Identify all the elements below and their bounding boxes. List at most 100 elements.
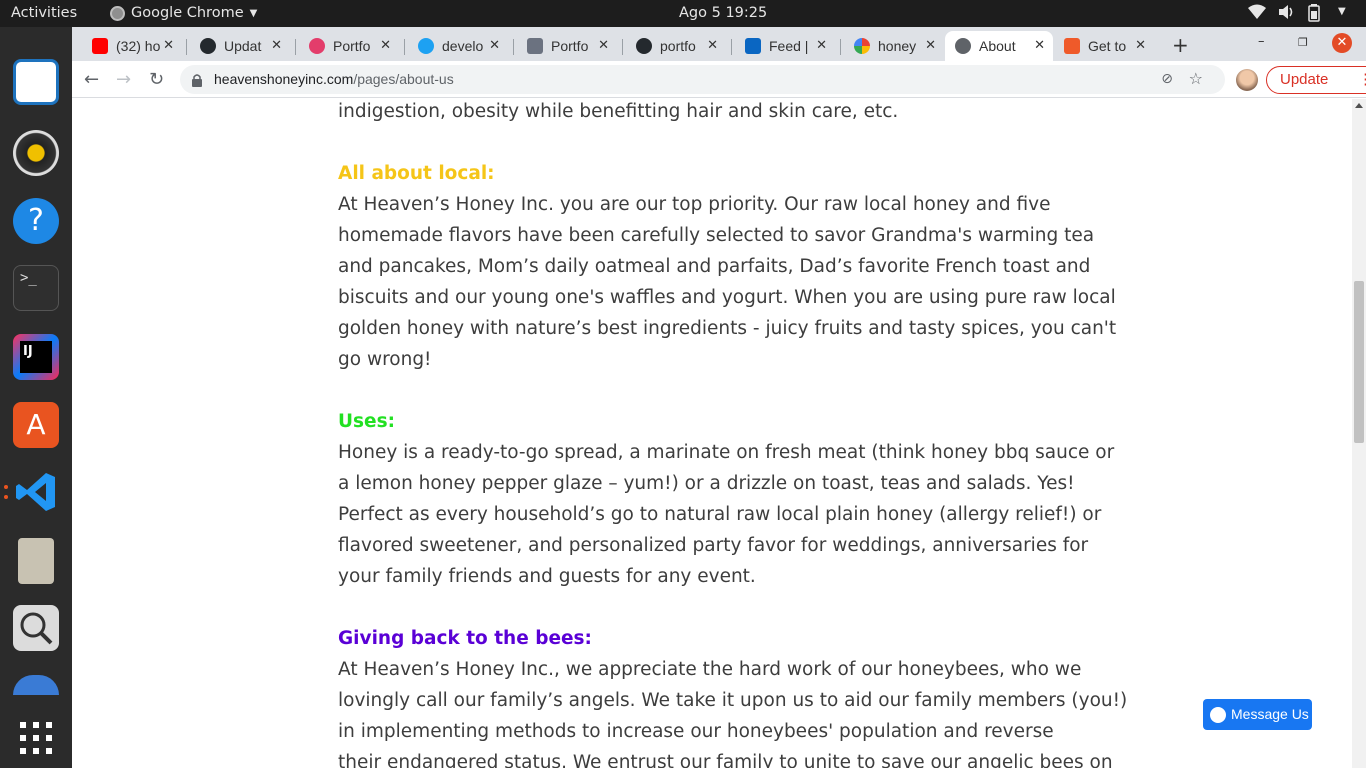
- update-label: Update: [1280, 71, 1329, 88]
- google-icon: [854, 38, 870, 54]
- paragraph-line: in implementing methods to increase our …: [338, 721, 1054, 742]
- chrome-window: (32) ho ✕ Updat ✕ Portfo ✕ develo ✕ Port…: [72, 27, 1366, 768]
- tab-title: Portfo: [333, 38, 371, 54]
- maximize-icon[interactable]: ❐: [1298, 36, 1308, 49]
- tab-linkedin[interactable]: Feed | ✕: [735, 31, 835, 61]
- local-paragraph: At Heaven’s Honey Inc. you are our top p…: [338, 189, 1116, 375]
- tab-twitter[interactable]: develo ✕: [408, 31, 508, 61]
- help-icon[interactable]: ?: [13, 198, 59, 244]
- tab-title: Feed |: [769, 38, 809, 54]
- address-bar[interactable]: heavenshoneyinc.com/pages/about-us ⊘ ☆: [180, 65, 1225, 94]
- twitter-icon: [418, 38, 434, 54]
- system-top-bar: Activities Google Chrome ▼ Ago 5 19:25 ▼: [0, 0, 1366, 27]
- more-options-icon[interactable]: ⋮: [1358, 67, 1366, 93]
- close-tab-icon[interactable]: ✕: [816, 37, 827, 53]
- close-tab-icon[interactable]: ✕: [598, 37, 609, 53]
- paragraph-line: biscuits and our young one's waffles and…: [338, 287, 1116, 308]
- app-menu-label: Google Chrome: [131, 5, 244, 21]
- paragraph-line: flavored sweetener, and personalized par…: [338, 535, 1089, 556]
- tab-youtube[interactable]: (32) ho ✕: [82, 31, 182, 61]
- close-tab-icon[interactable]: ✕: [489, 37, 500, 53]
- trash-icon[interactable]: [13, 675, 59, 695]
- tab-portfolio-2[interactable]: Portfo ✕: [517, 31, 617, 61]
- local-heading: All about local:: [338, 163, 495, 184]
- scrollbar-thumb[interactable]: [1354, 281, 1364, 443]
- clock[interactable]: Ago 5 19:25: [679, 5, 767, 21]
- show-applications-icon[interactable]: [13, 715, 59, 761]
- terminal-icon[interactable]: >_: [13, 265, 59, 311]
- wifi-icon: [1248, 4, 1266, 22]
- tab-portfolio-1[interactable]: Portfo ✕: [299, 31, 399, 61]
- power-menu-caret-icon: ▼: [1338, 6, 1346, 17]
- search-icon[interactable]: [13, 605, 59, 651]
- reload-icon[interactable]: ↻: [149, 69, 164, 90]
- about-us-article: indigestion, obesity while benefitting h…: [338, 99, 1127, 768]
- tab-github-update[interactable]: Updat ✕: [190, 31, 290, 61]
- tab-google-honey[interactable]: honey ✕: [844, 31, 944, 61]
- uses-paragraph: Honey is a ready-to-go spread, a marinat…: [338, 437, 1115, 592]
- app-menu[interactable]: Google Chrome ▼: [110, 5, 257, 21]
- tab-title: (32) ho: [116, 38, 161, 54]
- tab-github-portfolio[interactable]: portfo ✕: [626, 31, 726, 61]
- paragraph-line: Honey is a ready-to-go spread, a marinat…: [338, 442, 1115, 463]
- profile-avatar[interactable]: [1236, 69, 1258, 91]
- activities-button[interactable]: Activities: [11, 5, 77, 21]
- eye-off-icon[interactable]: ⊘: [1161, 71, 1173, 87]
- vscode-icon[interactable]: [13, 469, 59, 515]
- paragraph-line: a lemon honey pepper glaze – yum!) or a …: [338, 473, 1075, 494]
- new-tab-icon[interactable]: +: [1172, 33, 1189, 57]
- messenger-button[interactable]: Message Us: [1203, 699, 1312, 730]
- url-domain: heavenshoneyinc.com: [214, 71, 354, 87]
- forward-icon[interactable]: →: [116, 69, 131, 90]
- tab-separator: [513, 39, 514, 55]
- close-tab-icon[interactable]: ✕: [707, 37, 718, 53]
- caret-down-icon: ▼: [249, 7, 258, 19]
- close-tab-icon[interactable]: ✕: [1135, 37, 1146, 53]
- running-indicator-icon: [4, 485, 8, 489]
- close-tab-icon[interactable]: ✕: [163, 37, 174, 53]
- archive-manager-icon[interactable]: [18, 538, 54, 584]
- globe-icon: [955, 38, 971, 54]
- tab-title: develo: [442, 38, 484, 54]
- ubuntu-software-icon[interactable]: A: [13, 402, 59, 448]
- close-window-icon[interactable]: ✕: [1332, 33, 1352, 53]
- page-scrollbar[interactable]: [1352, 99, 1366, 768]
- paragraph-line: Perfect as every household’s go to natur…: [338, 504, 1102, 525]
- paragraph-line: indigestion, obesity while benefitting h…: [338, 101, 899, 122]
- bookmark-star-icon[interactable]: ☆: [1189, 69, 1203, 88]
- portfolio-icon: [527, 38, 543, 54]
- youtube-icon: [92, 38, 108, 54]
- update-button[interactable]: Update ⋮: [1266, 66, 1366, 94]
- libreoffice-writer-icon[interactable]: [13, 59, 59, 105]
- close-tab-icon[interactable]: ✕: [380, 37, 391, 53]
- browser-toolbar: ← → ↻ heavenshoneyinc.com/pages/about-us…: [72, 61, 1366, 98]
- close-tab-icon[interactable]: ✕: [1034, 37, 1045, 53]
- tab-title: About: [979, 38, 1016, 54]
- tab-separator: [404, 39, 405, 55]
- tab-hackerrank[interactable]: Get to ✕: [1054, 31, 1154, 61]
- tab-title: portfo: [660, 38, 696, 54]
- bees-heading: Giving back to the bees:: [338, 628, 592, 649]
- rhythmbox-icon[interactable]: [13, 130, 59, 176]
- back-icon[interactable]: ←: [84, 69, 99, 90]
- scroll-up-arrow-icon[interactable]: [1355, 103, 1363, 108]
- tab-title: Portfo: [551, 38, 589, 54]
- url-text: heavenshoneyinc.com/pages/about-us: [214, 71, 454, 87]
- tab-title: Updat: [224, 38, 262, 54]
- page-viewport: indigestion, obesity while benefitting h…: [72, 99, 1366, 768]
- tab-about-us[interactable]: About ✕: [945, 31, 1053, 61]
- minimize-icon[interactable]: –: [1258, 34, 1265, 49]
- hackerrank-icon: [1064, 38, 1080, 54]
- battery-icon: [1308, 4, 1326, 22]
- system-tray[interactable]: ▼: [1248, 4, 1356, 22]
- volume-icon: [1278, 4, 1296, 22]
- github-icon: [636, 38, 652, 54]
- paragraph-line: their endangered status. We entrust our …: [338, 752, 1113, 768]
- chrome-icon: [110, 5, 125, 21]
- intellij-icon[interactable]: IJ: [13, 334, 59, 380]
- close-tab-icon[interactable]: ✕: [271, 37, 282, 53]
- close-tab-icon[interactable]: ✕: [925, 37, 936, 53]
